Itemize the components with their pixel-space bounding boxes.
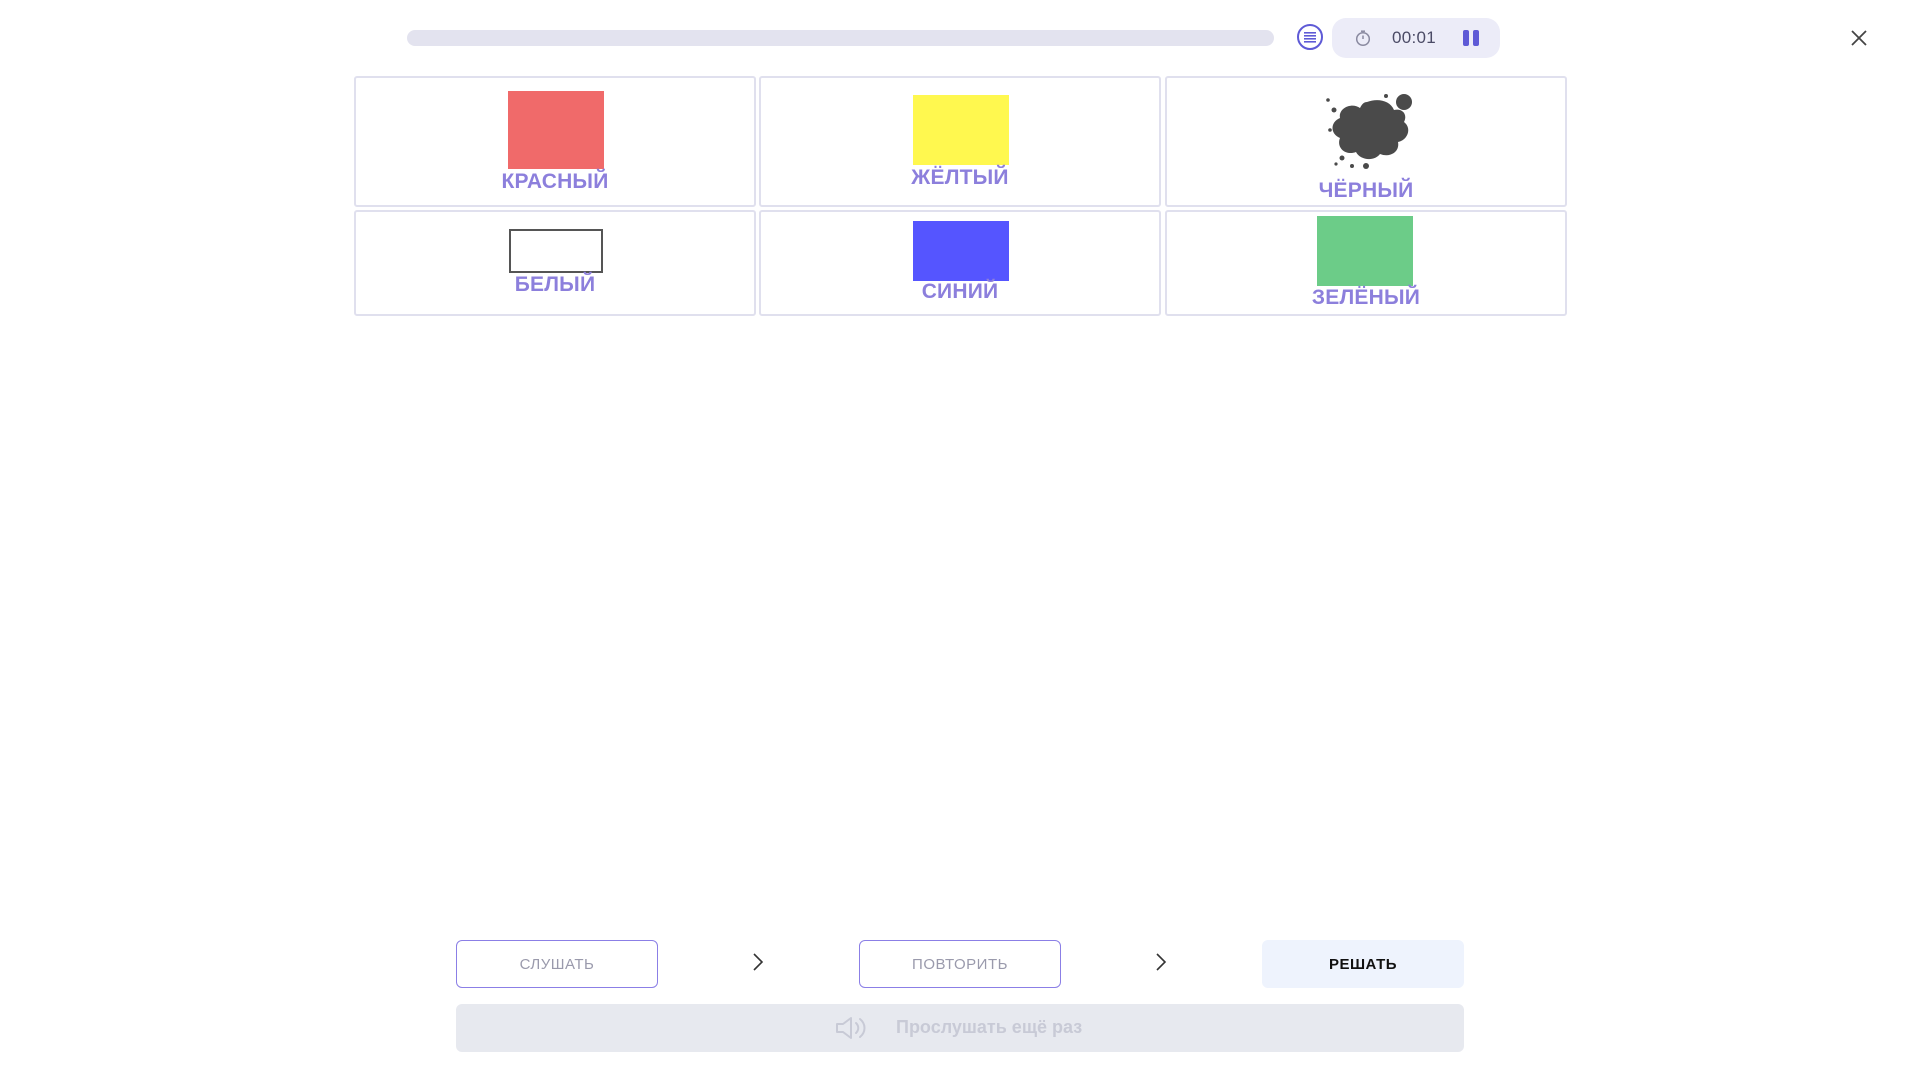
card-label: БЕЛЫЙ (514, 273, 596, 296)
list-icon[interactable] (1297, 24, 1323, 50)
green-swatch (1317, 216, 1413, 286)
card-label: КРАСНЫЙ (501, 170, 609, 193)
card-label: ЗЕЛЁНЫЙ (1311, 286, 1421, 309)
color-card-red[interactable]: КРАСНЫЙ (354, 76, 756, 207)
color-card-black[interactable]: ЧЁРНЫЙ (1165, 76, 1567, 207)
card-label: ЧЁРНЫЙ (1318, 179, 1414, 202)
close-icon[interactable] (1845, 24, 1873, 52)
solve-step-button[interactable]: РЕШАТЬ (1262, 940, 1464, 988)
yellow-swatch (913, 95, 1009, 165)
color-card-yellow[interactable]: ЖЁЛТЫЙ (759, 76, 1161, 207)
progress-bar (407, 30, 1274, 46)
listen-step-button[interactable]: СЛУШАТЬ (456, 940, 658, 988)
red-swatch (508, 91, 604, 169)
black-splash (1326, 94, 1412, 169)
repeat-step-button[interactable]: ПОВТОРИТЬ (859, 940, 1061, 988)
speaker-icon (836, 1017, 866, 1039)
color-card-blue[interactable]: СИНИЙ (759, 210, 1161, 316)
chevron-right-icon (1156, 953, 1167, 971)
color-card-green[interactable]: ЗЕЛЁНЫЙ (1165, 210, 1567, 316)
exercise-screen: 00:01 КРАСНЫЙ ЖЁЛТЫЙ ЧЁРНЫЙ БЕЛЫЙ СИНИЙ … (0, 0, 1920, 1080)
timer-panel: 00:01 (1332, 18, 1500, 58)
pause-icon[interactable] (1458, 27, 1482, 49)
chevron-right-icon (753, 953, 764, 971)
card-label: СИНИЙ (921, 280, 999, 303)
card-label: ЖЁЛТЫЙ (911, 166, 1009, 189)
listen-again-label: Прослушать ещё раз (896, 1017, 1083, 1037)
blue-swatch (913, 221, 1009, 281)
timer-value: 00:01 (1392, 28, 1437, 47)
listen-again-button[interactable]: Прослушать ещё раз (456, 1004, 1464, 1052)
color-card-white[interactable]: БЕЛЫЙ (354, 210, 756, 316)
stopwatch-icon (1355, 30, 1371, 47)
white-swatch (509, 229, 603, 273)
